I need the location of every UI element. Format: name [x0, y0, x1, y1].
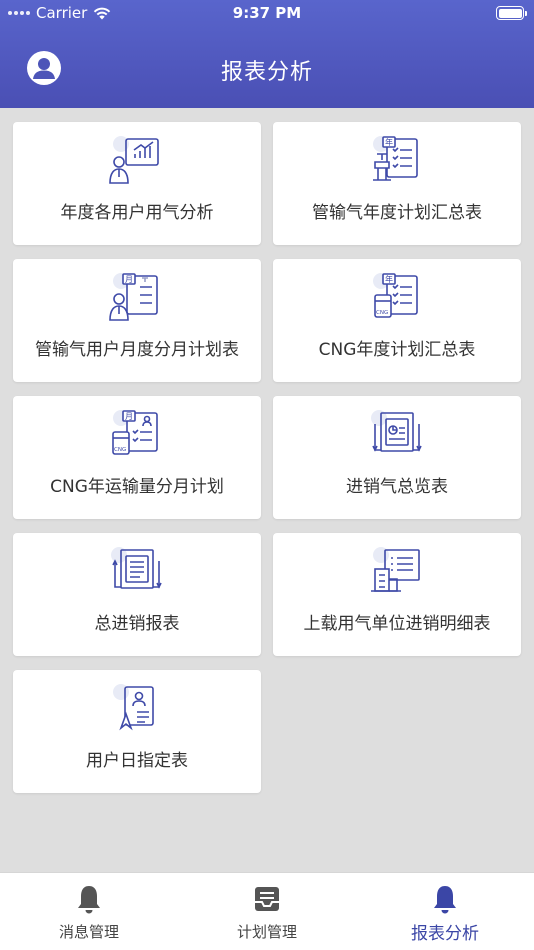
- building-detail-list-icon: [371, 547, 420, 592]
- tab-label: 计划管理: [236, 923, 297, 941]
- tab-plan-management[interactable]: 计划管理: [178, 873, 356, 950]
- pipeline-year-checklist-icon: 年: [373, 136, 418, 181]
- user-chart-icon: [109, 136, 159, 184]
- report-label: 进销气总览表: [346, 477, 448, 497]
- bell-icon: [78, 886, 100, 914]
- report-label: 年度各用户用气分析: [60, 203, 214, 223]
- report-label: 管输气年度计划汇总表: [312, 203, 482, 223]
- report-label: 上载用气单位进销明细表: [303, 614, 491, 634]
- gas-overview-report-icon: [371, 410, 422, 452]
- page-title: 报表分析: [220, 60, 313, 85]
- tab-report-analysis[interactable]: 报表分析: [356, 873, 534, 950]
- battery-icon: [496, 6, 527, 20]
- pipeline-user-month-plan-icon: 月: [109, 273, 158, 321]
- status-bar: Carrier 9:37 PM: [0, 0, 534, 28]
- report-card-gas-overview[interactable]: 进销气总览表: [273, 396, 521, 519]
- report-card-user-daily-nomination[interactable]: 用户日指定表: [13, 670, 261, 793]
- report-card-pipeline-user-monthly[interactable]: 月 管输气用户月度分月计划表: [13, 259, 261, 382]
- report-label: CNG年运输量分月计划: [50, 477, 224, 497]
- svg-text:年: 年: [385, 137, 393, 147]
- tab-label: 消息管理: [58, 923, 119, 941]
- report-card-total-sales[interactable]: 总进销报表: [13, 533, 261, 656]
- report-card-upload-unit-detail[interactable]: 上载用气单位进销明细表: [273, 533, 521, 656]
- report-label: CNG年度计划汇总表: [318, 340, 476, 360]
- report-label: 用户日指定表: [86, 751, 188, 771]
- cng-month-transport-icon: 月 CNG: [112, 410, 158, 455]
- inbox-tray-icon: [255, 887, 279, 911]
- tab-label: 报表分析: [411, 924, 479, 944]
- svg-text:CNG: CNG: [114, 447, 126, 453]
- report-card-cng-monthly-transport[interactable]: 月 CNG CNG年运输量分月计划: [13, 396, 261, 519]
- user-daily-nomination-icon: [113, 684, 154, 731]
- report-label: 总进销报表: [94, 614, 180, 634]
- svg-text:年: 年: [385, 274, 393, 284]
- total-sales-report-icon: [111, 547, 162, 589]
- report-card-annual-user-gas[interactable]: 年度各用户用气分析: [13, 122, 261, 245]
- bell-icon: [434, 886, 456, 914]
- svg-text:CNG: CNG: [376, 310, 388, 316]
- cng-year-checklist-icon: 年 CNG: [373, 273, 418, 318]
- svg-text:月: 月: [125, 275, 133, 284]
- status-time: 9:37 PM: [232, 4, 302, 22]
- report-card-pipeline-annual-plan[interactable]: 年 管输气年度计划汇总表: [273, 122, 521, 245]
- tab-bar: 消息管理 计划管理 报表分析: [0, 872, 534, 950]
- report-card-cng-annual-plan[interactable]: 年 CNG CNG年度计划汇总表: [273, 259, 521, 382]
- svg-text:月: 月: [125, 412, 133, 421]
- tab-messages[interactable]: 消息管理: [0, 873, 178, 950]
- report-label: 管输气用户月度分月计划表: [35, 340, 239, 360]
- app-header: Carrier 9:37 PM 报表分析: [0, 0, 534, 108]
